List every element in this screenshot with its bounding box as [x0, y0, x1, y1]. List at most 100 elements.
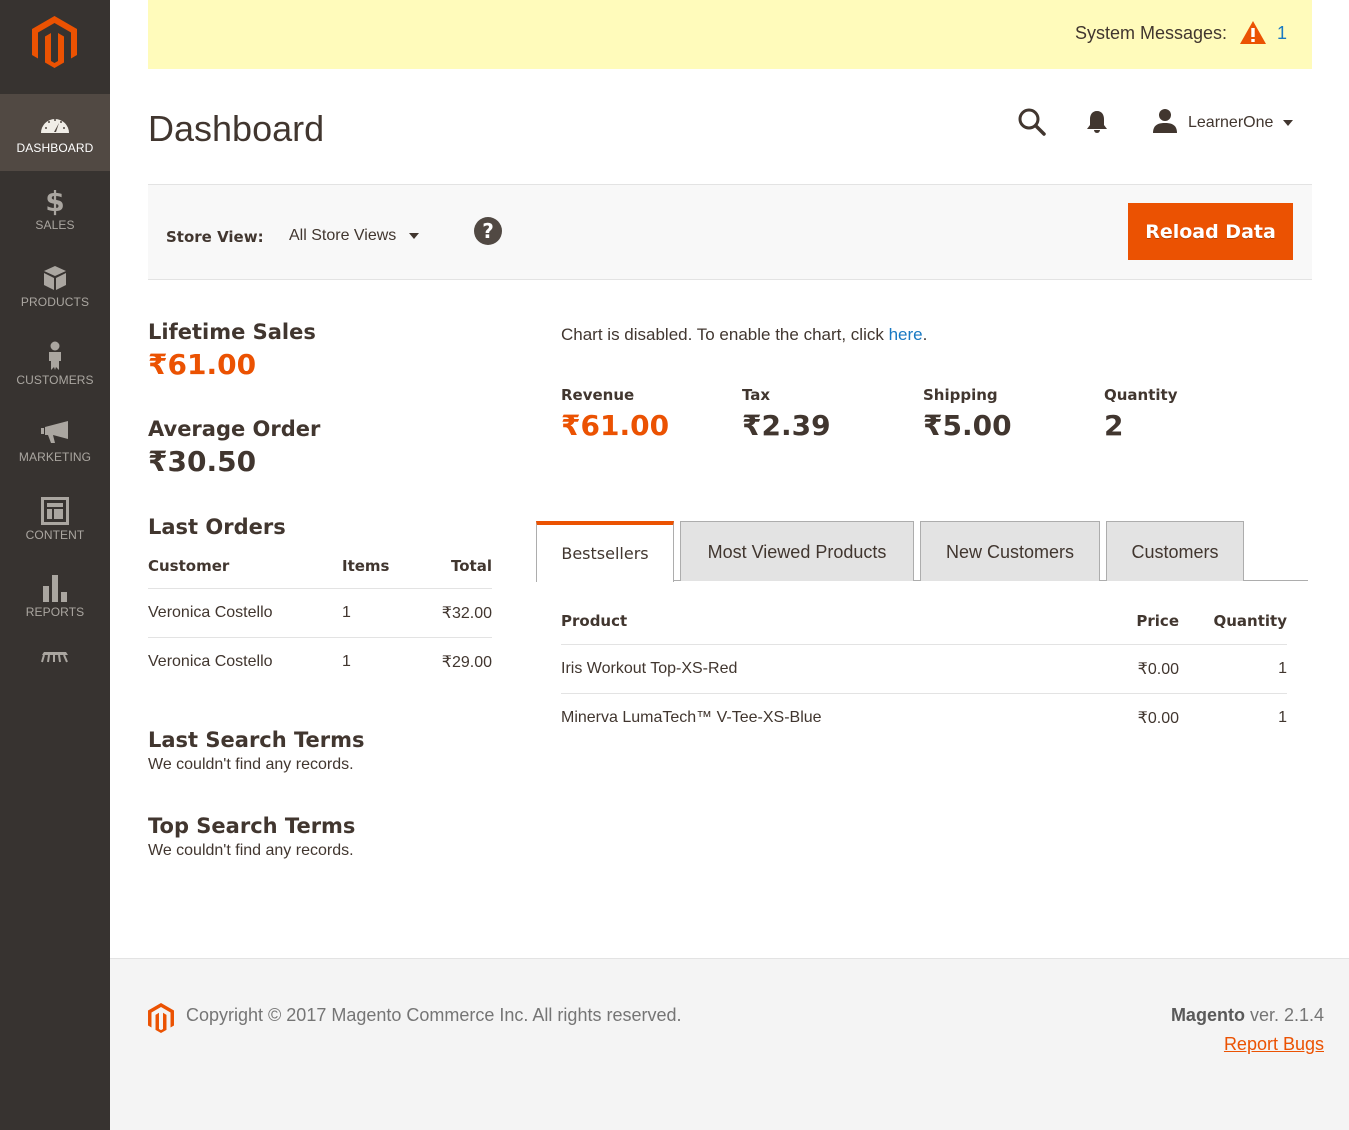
table-row[interactable]: Iris Workout Top-XS-Red ₹0.00 1	[561, 644, 1287, 694]
sidebar: DASHBOARD $ SALES PRODUCTS CUSTOMERS MAR…	[0, 0, 110, 1130]
bestsellers-table: Product Price Quantity Iris Workout Top-…	[561, 608, 1287, 742]
sidebar-item-label: CUSTOMERS	[16, 373, 94, 387]
sidebar-item-dashboard[interactable]: DASHBOARD	[0, 94, 110, 171]
sidebar-item-label: CONTENT	[25, 528, 85, 542]
tab-label: Bestsellers	[561, 544, 649, 563]
table-row[interactable]: Minerva LumaTech™ V-Tee-XS-Blue ₹0.00 1	[561, 694, 1287, 743]
layout-icon	[0, 497, 110, 525]
product-name: Iris Workout Top-XS-Red	[561, 644, 1059, 694]
total-revenue: Revenue ₹61.00	[561, 384, 742, 446]
page-title: Dashboard	[148, 108, 325, 149]
product-price: ₹0.00	[1137, 710, 1179, 727]
store-view-selected: All Store Views	[289, 227, 397, 244]
sidebar-item-sales[interactable]: $ SALES	[0, 171, 110, 248]
store-view-label: Store View:	[166, 228, 264, 246]
sidebar-item-label: MARKETING	[18, 450, 92, 464]
sidebar-item-content[interactable]: CONTENT	[0, 481, 110, 558]
order-customer: Veronica Costello	[148, 588, 342, 638]
table-row[interactable]: Veronica Costello 1 ₹32.00	[148, 588, 492, 638]
box-icon	[0, 264, 110, 292]
reload-data-button[interactable]: Reload Data	[1128, 203, 1293, 260]
sidebar-item-marketing[interactable]: MARKETING	[0, 403, 110, 480]
store-view-select[interactable]: All Store Views	[289, 227, 420, 245]
lifetime-sales-label: Lifetime Sales	[148, 320, 316, 344]
top-search-terms: Top Search Terms We couldn't find any re…	[148, 812, 492, 860]
copyright-text: Copyright © 2017 Magento Commerce Inc. A…	[186, 1005, 682, 1025]
lifetime-sales-value: ₹61.00	[148, 348, 257, 381]
speedometer-icon	[0, 110, 110, 138]
total-value: 2	[1104, 409, 1124, 442]
user-name: LearnerOne	[1188, 114, 1274, 131]
column-header-price: Price	[1059, 608, 1179, 645]
user-account-menu[interactable]: LearnerOne	[1152, 108, 1294, 138]
order-total: ₹32.00	[422, 588, 492, 638]
help-icon[interactable]: ?	[474, 217, 502, 245]
sidebar-item-label: SALES	[35, 218, 75, 232]
product-name: Minerva LumaTech™ V-Tee-XS-Blue	[561, 709, 822, 726]
total-label: Shipping	[923, 386, 998, 404]
top-search-terms-title: Top Search Terms	[148, 814, 356, 838]
megaphone-icon	[0, 419, 110, 447]
order-items: 1	[342, 653, 351, 670]
column-header-total: Total	[422, 551, 492, 589]
sidebar-item-products[interactable]: PRODUCTS	[0, 248, 110, 325]
notifications-bell-icon[interactable]	[1086, 110, 1108, 138]
order-total: ₹29.00	[441, 654, 492, 671]
total-value: ₹5.00	[923, 409, 1012, 442]
total-value: ₹61.00	[561, 409, 670, 442]
user-icon	[1152, 108, 1178, 138]
report-bugs-link[interactable]: Report Bugs	[1224, 1034, 1324, 1055]
last-search-terms-title: Last Search Terms	[148, 728, 365, 752]
dashboard-tabs: Bestsellers Most Viewed Products New Cus…	[536, 521, 1308, 582]
tab-most-viewed-products[interactable]: Most Viewed Products	[680, 521, 914, 581]
sidebar-item-stores[interactable]	[0, 648, 110, 668]
version-text: ver. 2.1.4	[1244, 1005, 1324, 1025]
magento-logo-link[interactable]	[0, 0, 110, 94]
tab-new-customers[interactable]: New Customers	[920, 521, 1100, 581]
last-orders-table: Customer Items Total Veronica Costello 1…	[148, 551, 492, 686]
system-messages-count[interactable]: 1	[1277, 23, 1287, 44]
magento-logo-icon	[32, 16, 77, 68]
page-footer: Copyright © 2017 Magento Commerce Inc. A…	[110, 958, 1349, 1130]
column-header-items: Items	[342, 551, 422, 589]
warning-icon[interactable]	[1239, 20, 1267, 49]
average-order-label: Average Order	[148, 417, 321, 441]
sidebar-item-label: REPORTS	[25, 605, 85, 619]
total-label: Quantity	[1104, 386, 1178, 404]
chart-disabled-message: Chart is disabled. To enable the chart, …	[561, 325, 927, 345]
total-value: ₹2.39	[742, 409, 831, 442]
dollar-icon: $	[45, 184, 65, 218]
last-orders-title: Last Orders	[148, 515, 286, 539]
last-search-terms-empty: We couldn't find any records.	[148, 756, 354, 773]
stores-icon	[41, 648, 69, 668]
order-items: 1	[342, 588, 422, 638]
column-header-product: Product	[561, 608, 1059, 645]
average-order: Average Order ₹30.50	[148, 415, 492, 481]
total-label: Revenue	[561, 386, 635, 404]
tab-bestsellers[interactable]: Bestsellers	[536, 521, 674, 582]
sidebar-item-label: PRODUCTS	[20, 295, 90, 309]
system-messages-bar: System Messages: 1	[148, 0, 1312, 69]
system-messages-label: System Messages:	[1074, 23, 1227, 43]
total-label: Tax	[742, 386, 771, 404]
average-order-value: ₹30.50	[148, 445, 257, 478]
version-info: Magento ver. 2.1.4	[1171, 1005, 1324, 1026]
enable-chart-link[interactable]: here	[889, 325, 923, 344]
chart-message-text: Chart is disabled. To enable the chart, …	[561, 325, 889, 344]
lifetime-sales: Lifetime Sales ₹61.00	[148, 318, 492, 384]
sidebar-item-reports[interactable]: REPORTS	[0, 558, 110, 635]
totals-summary: Revenue ₹61.00 Tax ₹2.39 Shipping ₹5.00 …	[561, 384, 1285, 446]
total-shipping: Shipping ₹5.00	[923, 384, 1104, 446]
person-icon	[0, 341, 110, 370]
last-search-terms: Last Search Terms We couldn't find any r…	[148, 726, 492, 774]
brand-name: Magento	[1170, 1005, 1245, 1025]
bar-chart-icon	[0, 574, 110, 602]
store-view-bar: Store View: All Store Views ? Reload Dat…	[148, 184, 1312, 280]
sidebar-item-customers[interactable]: CUSTOMERS	[0, 326, 110, 403]
column-header-customer: Customer	[148, 551, 342, 589]
table-row[interactable]: Veronica Costello 1 ₹29.00	[148, 638, 492, 687]
dashboard-left-column: Lifetime Sales ₹61.00 Average Order ₹30.…	[148, 318, 492, 860]
top-search-terms-empty: We couldn't find any records.	[148, 842, 354, 859]
tab-customers[interactable]: Customers	[1106, 521, 1244, 581]
search-icon[interactable]	[1018, 108, 1046, 140]
